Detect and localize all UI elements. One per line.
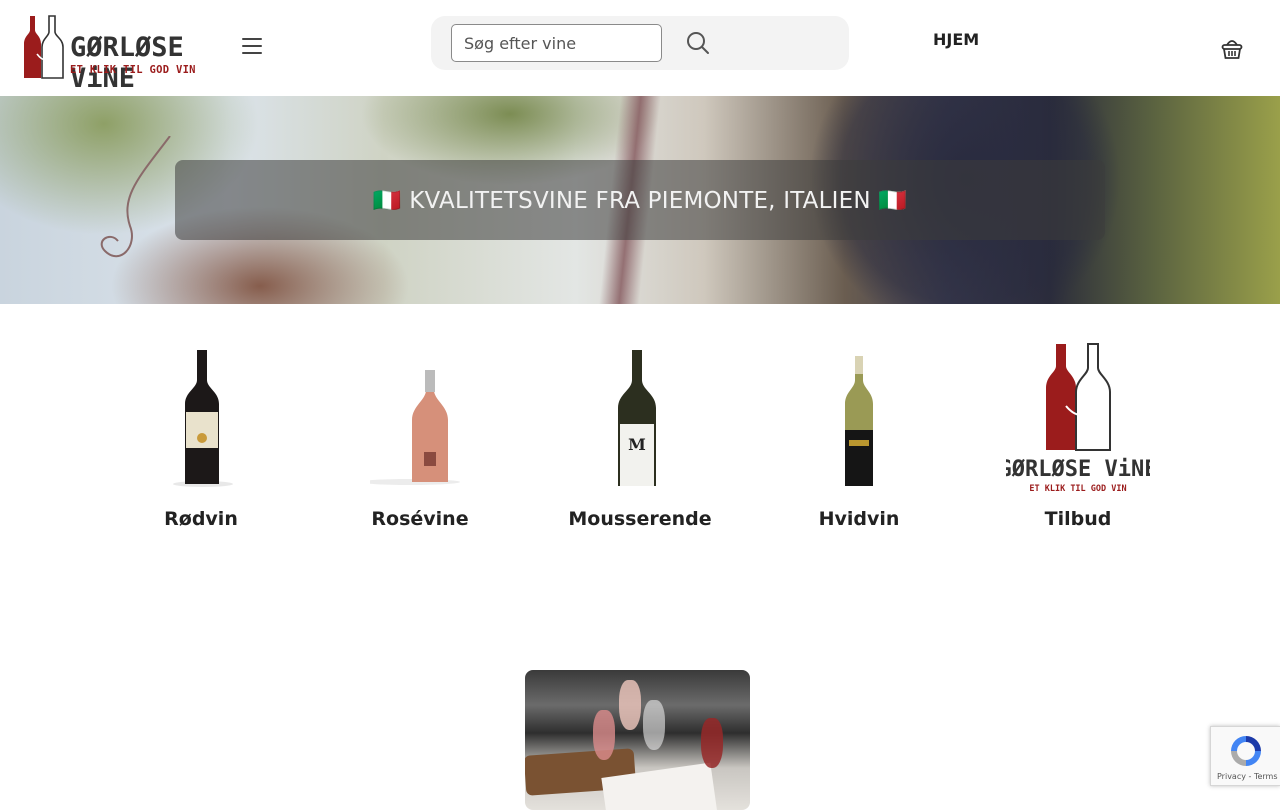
rose-sparkling-bottle-icon bbox=[370, 370, 460, 485]
wine-glass bbox=[701, 718, 723, 768]
wine-tasting-photo[interactable] bbox=[525, 670, 750, 810]
recaptcha-links: Privacy - Terms bbox=[1217, 772, 1278, 781]
category-label: Mousserende bbox=[568, 508, 712, 530]
white-wine-bottle-icon bbox=[845, 356, 873, 486]
hamburger-line bbox=[242, 52, 262, 54]
recaptcha-privacy-link[interactable]: Privacy bbox=[1217, 772, 1246, 781]
hero-headline-banner: 🇮🇹 KVALITETSVINE FRA PIEMONTE, ITALIEN 🇮… bbox=[175, 160, 1105, 240]
red-wine-bottle-icon bbox=[173, 350, 233, 487]
category-hvidvin[interactable]: Hvidvin bbox=[759, 340, 959, 540]
wine-glass bbox=[643, 700, 665, 750]
recaptcha-terms-link[interactable]: Terms bbox=[1254, 772, 1278, 781]
svg-text:M: M bbox=[628, 435, 646, 454]
recaptcha-badge[interactable]: Privacy - Terms bbox=[1210, 726, 1280, 786]
hero-headline: 🇮🇹 KVALITETSVINE FRA PIEMONTE, ITALIEN 🇮… bbox=[372, 187, 908, 214]
wine-glass bbox=[593, 710, 615, 760]
svg-text:GØRLØSE ViNE: GØRLØSE ViNE bbox=[1006, 457, 1150, 482]
hamburger-icon bbox=[242, 38, 262, 40]
category-label: Tilbud bbox=[1044, 508, 1112, 530]
search-input[interactable] bbox=[451, 24, 662, 62]
nav-home-link[interactable]: HJEM bbox=[933, 30, 979, 49]
recaptcha-icon bbox=[1231, 736, 1261, 766]
category-label: Rosévine bbox=[371, 508, 469, 530]
svg-text:ET KLIK TIL GOD VIN: ET KLIK TIL GOD VIN bbox=[1029, 484, 1126, 494]
site-logo[interactable]: GØRLØSE ViNE ET KLIK TIL GOD VIN bbox=[24, 14, 226, 94]
category-rodvin[interactable]: Rødvin bbox=[101, 340, 301, 540]
logo-wordmark: GØRLØSE ViNE bbox=[70, 32, 184, 94]
category-label: Rødvin bbox=[164, 508, 238, 530]
category-grid: Rødvin Rosévine M Mousserende Hvidvin GØ… bbox=[0, 340, 1280, 540]
recaptcha-separator: - bbox=[1248, 772, 1252, 781]
basket-icon bbox=[1221, 40, 1243, 59]
hamburger-menu-button[interactable] bbox=[240, 36, 264, 58]
hamburger-line bbox=[242, 45, 262, 47]
gorlose-vine-logo-icon: GØRLØSE ViNE ET KLIK TIL GOD VIN bbox=[1006, 343, 1150, 494]
tendril-decoration bbox=[100, 136, 171, 258]
logo-tagline: ET KLIK TIL GOD VIN bbox=[70, 64, 196, 76]
search-bar bbox=[431, 16, 849, 70]
hero-banner-image: 🇮🇹 KVALITETSVINE FRA PIEMONTE, ITALIEN 🇮… bbox=[0, 96, 1280, 304]
wine-glass bbox=[619, 680, 641, 730]
category-label: Hvidvin bbox=[818, 508, 900, 530]
search-button[interactable] bbox=[685, 30, 711, 56]
category-tilbud[interactable]: GØRLØSE ViNE ET KLIK TIL GOD VIN Tilbud bbox=[978, 340, 1178, 540]
category-rosevine[interactable]: Rosévine bbox=[320, 340, 520, 540]
search-icon bbox=[687, 32, 709, 54]
sparkling-white-bottle-icon: M bbox=[618, 350, 656, 486]
site-header: GØRLØSE ViNE ET KLIK TIL GOD VIN HJEM bbox=[0, 0, 1280, 96]
cart-button[interactable] bbox=[1220, 37, 1244, 61]
bottle-logo-icon bbox=[24, 15, 64, 79]
category-mousserende[interactable]: M Mousserende bbox=[540, 340, 740, 540]
